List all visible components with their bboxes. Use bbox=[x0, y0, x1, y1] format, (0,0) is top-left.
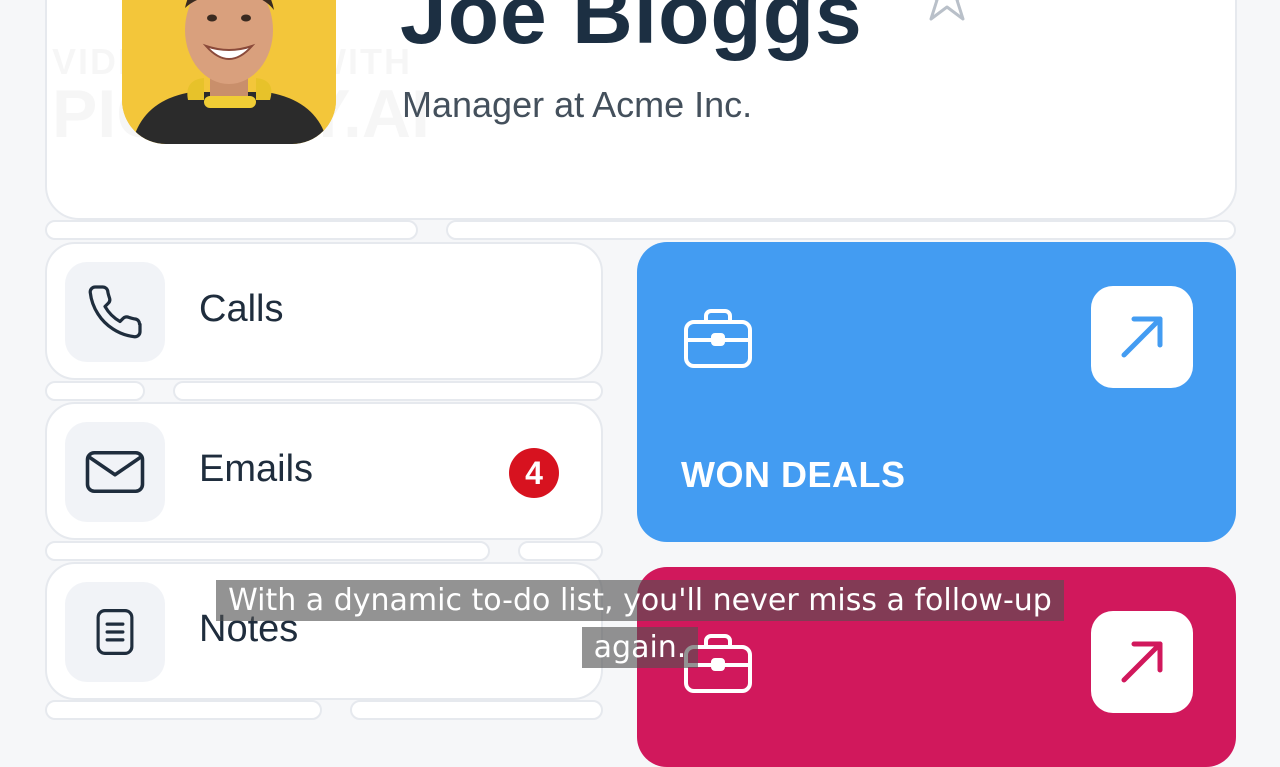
menu-item-label: Calls bbox=[199, 288, 284, 330]
connector-pill bbox=[45, 220, 418, 240]
arrow-up-right-icon bbox=[1121, 316, 1163, 358]
star-outline-icon[interactable] bbox=[918, 0, 976, 36]
menu-item-label: Emails bbox=[199, 448, 314, 490]
connector-pill bbox=[45, 381, 145, 401]
menu-item-calls[interactable]: Calls bbox=[45, 242, 603, 380]
briefcase-icon bbox=[683, 308, 753, 375]
unread-count-badge: 4 bbox=[509, 448, 559, 498]
caption-line-1: With a dynamic to-do list, you'll never … bbox=[216, 580, 1064, 621]
mail-icon bbox=[65, 422, 165, 522]
connector-pill bbox=[350, 700, 603, 720]
menu-item-emails[interactable]: Emails 4 bbox=[45, 402, 603, 540]
connector-pill bbox=[518, 541, 603, 561]
contact-title: Manager at Acme Inc. bbox=[402, 84, 753, 125]
connector-pill bbox=[45, 700, 322, 720]
tile-label: WON DEALS bbox=[681, 454, 906, 495]
avatar bbox=[122, 0, 336, 144]
caption-line-2-wrap: again. bbox=[0, 627, 1280, 668]
caption-line-2: again. bbox=[581, 627, 699, 668]
phone-icon bbox=[65, 262, 165, 362]
connector-pill bbox=[173, 381, 603, 401]
avatar-photo bbox=[122, 0, 336, 144]
won-deals-tile[interactable]: WON DEALS bbox=[637, 242, 1236, 542]
caption-line-1-wrap: With a dynamic to-do list, you'll never … bbox=[0, 580, 1280, 621]
connector-pill bbox=[446, 220, 1236, 240]
contact-name: Joe Bloggs bbox=[400, 0, 863, 61]
open-won-deals-button[interactable] bbox=[1091, 286, 1193, 388]
connector-pill bbox=[45, 541, 490, 561]
